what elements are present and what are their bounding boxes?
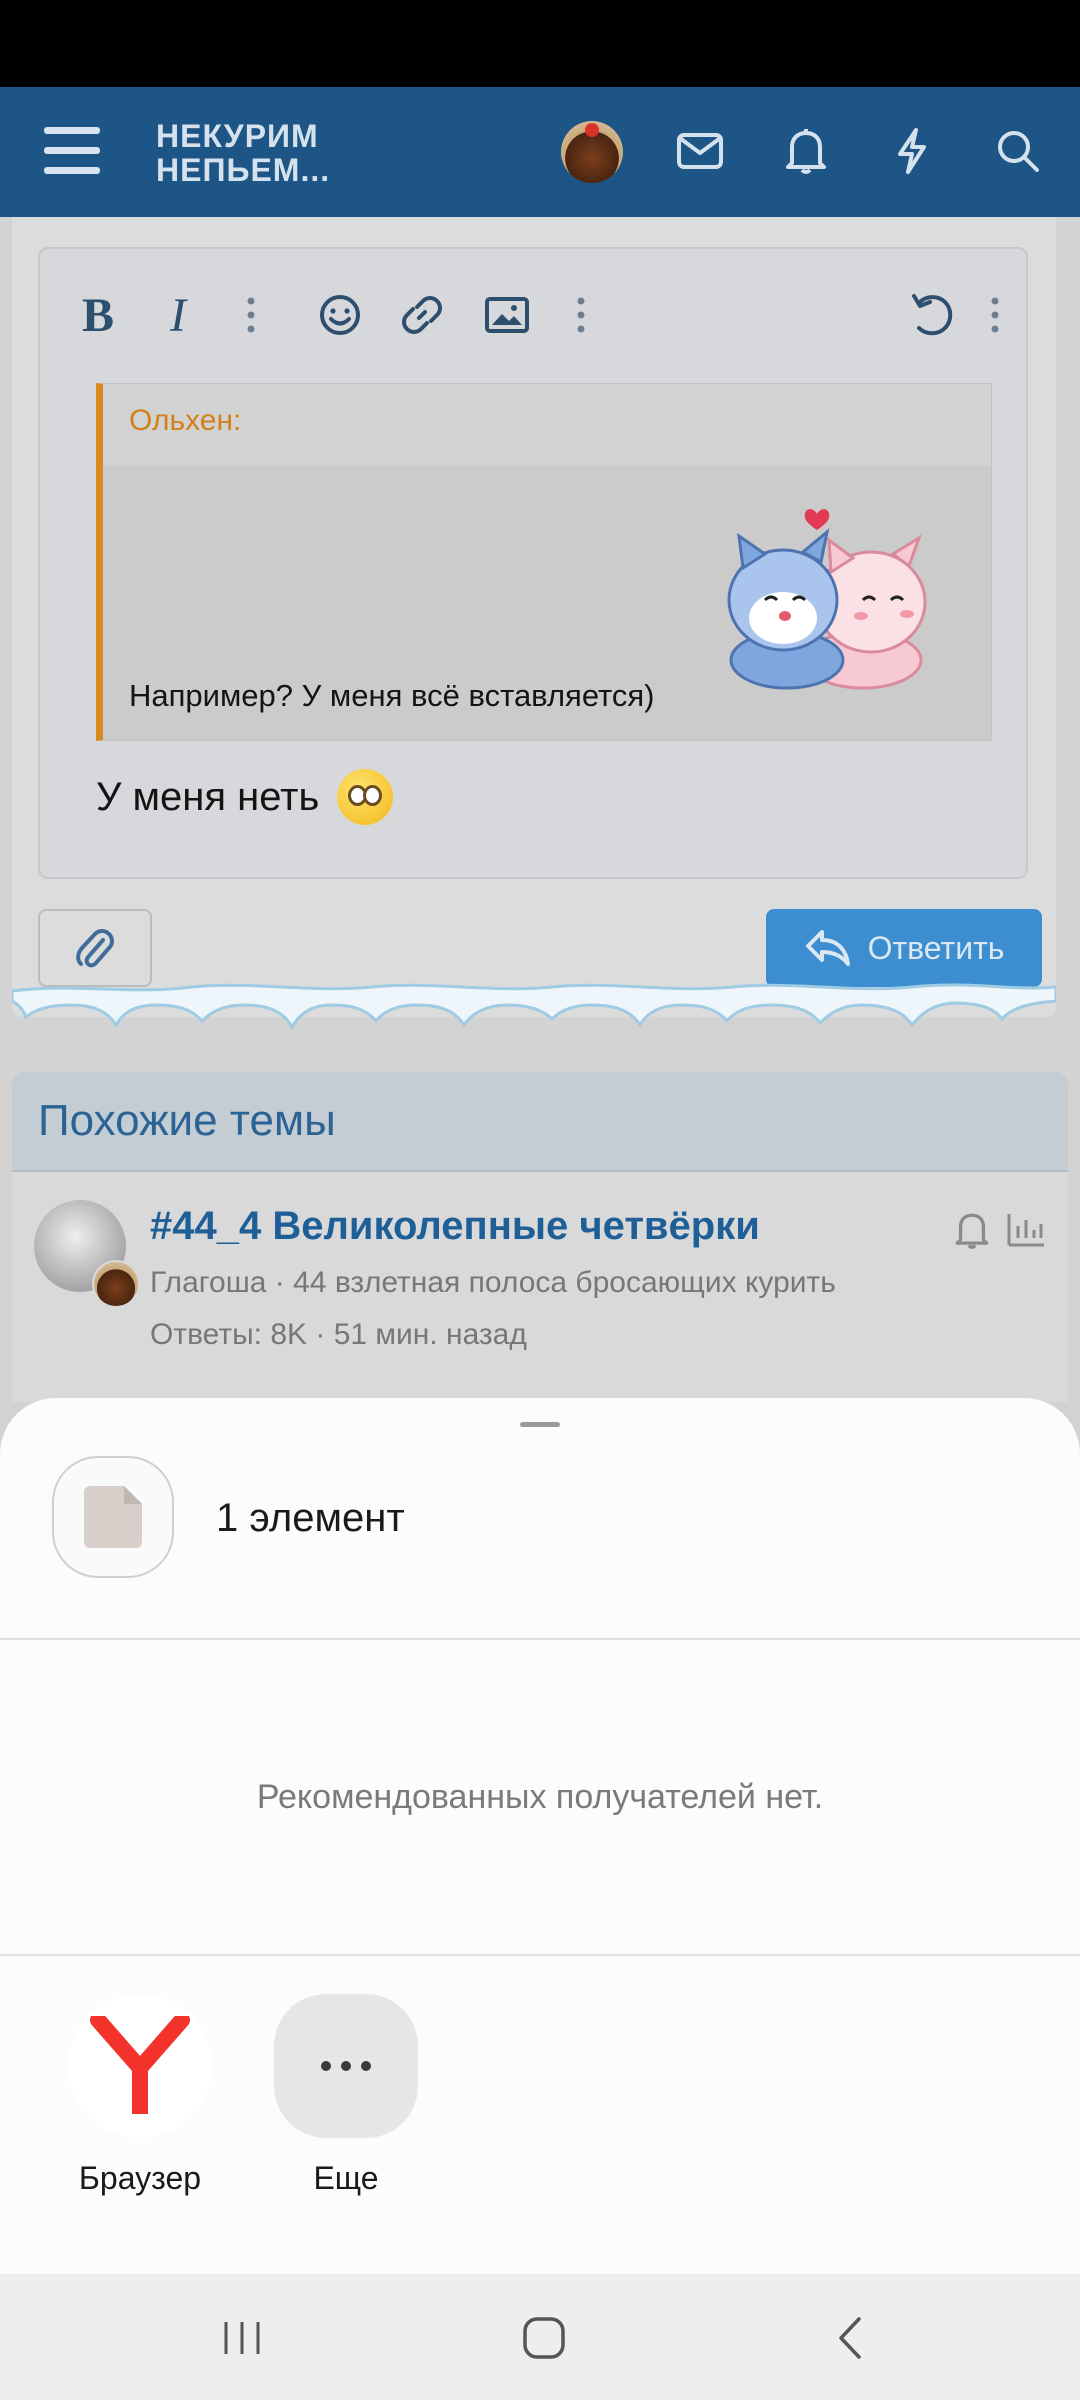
- share-app-browser[interactable]: Браузер: [60, 1994, 220, 2197]
- page-content: B I Ольхен: Например? У меня всё вставля…: [0, 217, 1080, 1402]
- more-icon: [274, 1994, 418, 2138]
- reply-text: У меня неть: [96, 769, 394, 825]
- reply-button-label: Ответить: [867, 929, 1005, 966]
- quote-block: Ольхен: Например? У меня всё вставляется…: [96, 383, 992, 741]
- user-avatar[interactable]: [561, 121, 623, 183]
- share-app-label: Браузер: [78, 2160, 202, 2196]
- thread-item[interactable]: #44_4 Великолепные четвёрки Глагоша · 44…: [12, 1172, 1068, 1402]
- reply-button[interactable]: Ответить: [766, 909, 1042, 987]
- file-thumbnail: [52, 1456, 174, 1578]
- paperclip-icon: [76, 929, 114, 968]
- more-options-icon[interactable]: [980, 287, 1010, 343]
- similar-threads: Похожие темы #44_4 Великолепные четвёрки…: [12, 1072, 1068, 1402]
- stats-chart-icon[interactable]: [1004, 1208, 1048, 1252]
- image-icon[interactable]: [482, 287, 532, 343]
- item-count-label: 1 элемент: [216, 1496, 405, 1540]
- message-editor[interactable]: B I Ольхен: Например? У меня всё вставля…: [38, 247, 1028, 879]
- recent-apps-icon[interactable]: [212, 2310, 272, 2366]
- link-icon[interactable]: [398, 287, 446, 343]
- divider: [0, 1954, 1080, 1956]
- home-icon[interactable]: [514, 2310, 574, 2366]
- logo-line-1: НЕКУРИМ: [156, 118, 319, 154]
- bell-icon[interactable]: [774, 119, 838, 183]
- watch-bell-icon[interactable]: [950, 1208, 994, 1252]
- drag-handle[interactable]: [520, 1422, 560, 1427]
- icicles-decoration: [12, 983, 1056, 1031]
- last-poster-avatar[interactable]: [92, 1260, 140, 1308]
- undo-icon[interactable]: [906, 287, 958, 343]
- more-insert-icon[interactable]: [566, 287, 596, 343]
- search-icon[interactable]: [986, 119, 1050, 183]
- site-header: НЕКУРИМ НЕПЬЕМ...: [0, 87, 1080, 217]
- share-sheet: 1 элемент Рекомендованных получателей не…: [0, 1398, 1080, 2274]
- more-formatting-icon[interactable]: [236, 287, 266, 343]
- reply-form: B I Ольхен: Например? У меня всё вставля…: [12, 217, 1056, 1017]
- attach-files-button[interactable]: [38, 909, 152, 987]
- inbox-icon[interactable]: [668, 119, 732, 183]
- system-nav-bar: [0, 2274, 1080, 2400]
- menu-icon[interactable]: [44, 127, 100, 175]
- reply-arrow-icon: [805, 930, 850, 966]
- thread-title[interactable]: #44_4 Великолепные четвёрки: [150, 1204, 760, 1249]
- quote-text: Например? У меня всё вставляется): [129, 678, 655, 713]
- share-app-label: Еще: [313, 2160, 379, 2196]
- quote-header: Ольхен:: [103, 384, 991, 466]
- lightning-icon[interactable]: [880, 119, 944, 183]
- italic-button[interactable]: I: [158, 287, 198, 343]
- thread-meta: Глагоша · 44 взлетная полоса бросающих к…: [150, 1266, 836, 1299]
- emoji-icon[interactable]: [316, 287, 364, 343]
- similar-threads-heading: Похожие темы: [12, 1072, 1068, 1172]
- site-logo[interactable]: НЕКУРИМ НЕПЬЕМ...: [156, 119, 330, 187]
- divider: [0, 1638, 1080, 1640]
- no-recommendations-text: Рекомендованных получателей нет.: [256, 1778, 824, 1816]
- thread-stats: Ответы: 8K · 51 мин. назад: [150, 1318, 527, 1351]
- quote-author[interactable]: Ольхен:: [129, 404, 241, 438]
- kissing-cats-sticker: [713, 496, 943, 696]
- reply-text-content: У меня неть: [96, 774, 320, 819]
- back-icon[interactable]: [820, 2310, 880, 2366]
- share-app-more[interactable]: Еще: [266, 1994, 426, 2197]
- flushed-face-emoji-icon: [337, 769, 394, 825]
- status-bar: [0, 0, 1080, 87]
- bold-button[interactable]: B: [72, 287, 124, 343]
- logo-line-2: НЕПЬЕМ...: [156, 152, 331, 188]
- document-icon: [84, 1486, 142, 1548]
- yandex-browser-icon: [68, 1994, 212, 2138]
